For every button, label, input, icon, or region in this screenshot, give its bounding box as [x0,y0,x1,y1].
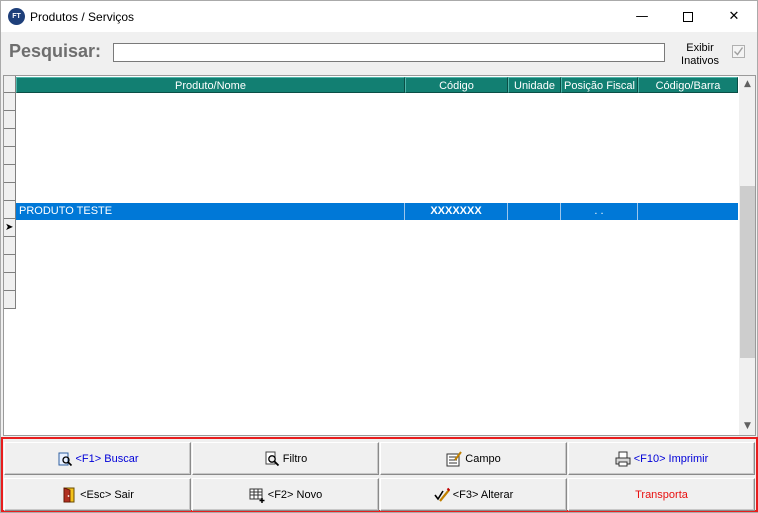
minimize-button[interactable]: — [619,1,665,32]
column-header-codigo[interactable]: Código [405,77,508,93]
edit-icon [434,487,450,502]
row-indicator[interactable] [4,111,16,129]
exit-button[interactable]: <Esc> Sair [4,478,191,511]
search-button[interactable]: <F1> Buscar [4,442,191,475]
scroll-down-arrow-icon[interactable]: ▼ [739,418,755,435]
edit-button[interactable]: <F3> Alterar [380,478,567,511]
close-button[interactable]: ✕ [711,1,757,32]
app-logo-icon: FT [8,8,25,25]
printer-icon [615,451,631,466]
cell-produto[interactable]: PRODUTO TESTE [16,203,405,220]
table-row-selected[interactable]: PRODUTO TESTE XXXXXXX . . [16,203,738,220]
field-icon [446,450,463,466]
row-indicator[interactable] [4,93,16,111]
row-indicator[interactable] [4,129,16,147]
field-button[interactable]: Campo [380,442,567,475]
current-row-arrow-icon: ➤ [5,222,14,233]
grid-header: Produto/Nome Código Unidade Posição Fisc… [16,77,738,93]
cell-unidade[interactable] [508,203,561,220]
row-indicator[interactable] [4,147,16,165]
row-indicator[interactable] [4,255,16,273]
maximize-button[interactable] [665,1,711,32]
show-inactive-label: Exibir Inativos [677,42,723,68]
transport-button[interactable]: Transporta [568,478,755,511]
grid-corner [4,76,16,93]
checkmark-icon [734,47,744,56]
products-grid[interactable]: Produto/Nome Código Unidade Posição Fisc… [3,75,756,436]
show-inactive-label-line1: Exibir [686,42,714,54]
new-button-label: <F2> Novo [267,488,323,501]
exit-door-icon [63,486,75,502]
scrollbar-thumb[interactable] [740,186,755,358]
show-inactive-checkbox[interactable] [732,45,745,58]
row-indicator[interactable] [4,201,16,219]
row-indicator[interactable] [4,273,16,291]
search-input[interactable] [113,43,665,62]
new-record-icon [249,488,265,503]
cell-posicao-fiscal[interactable]: . . [561,203,638,220]
maximize-icon [683,11,693,22]
row-indicator[interactable] [4,183,16,201]
search-label: Pesquisar: [9,41,102,61]
cell-codigo-barra[interactable] [638,203,738,220]
show-inactive-label-line2: Inativos [681,55,719,67]
function-buttons-panel: <F1> Buscar Filtro Campo <F10> Imprimir … [1,437,758,512]
cell-codigo[interactable]: XXXXXXX [405,203,508,220]
vertical-scrollbar[interactable]: ▲ ▼ [739,76,755,435]
search-icon [58,452,72,466]
field-button-label: Campo [465,452,501,465]
column-header-unidade[interactable]: Unidade [508,77,561,93]
scroll-up-arrow-icon[interactable]: ▲ [739,76,755,93]
filter-button[interactable]: Filtro [192,442,379,475]
window-title: Produtos / Serviços [30,10,135,24]
edit-button-label: <F3> Alterar [452,488,514,501]
row-indicator-selected[interactable]: ➤ [4,219,16,237]
row-indicator[interactable] [4,291,16,309]
row-indicator-column: ➤ [4,93,16,309]
title-bar: FT Produtos / Serviços — ✕ [1,1,757,32]
transport-button-label: Transporta [635,488,688,501]
filter-icon [265,451,279,466]
column-header-posicao-fiscal[interactable]: Posição Fiscal [561,77,638,93]
column-header-codigo-barra[interactable]: Código/Barra [638,77,738,93]
row-indicator[interactable] [4,165,16,183]
row-indicator[interactable] [4,237,16,255]
produtos-window: FT Produtos / Serviços — ✕ Pesquisar: Ex… [0,0,758,513]
new-button[interactable]: <F2> Novo [192,478,379,511]
print-button[interactable]: <F10> Imprimir [568,442,755,475]
column-header-produto[interactable]: Produto/Nome [16,77,405,93]
exit-button-label: <Esc> Sair [80,488,134,501]
filter-button-label: Filtro [282,452,308,465]
search-button-label: <F1> Buscar [75,452,139,465]
print-button-label: <F10> Imprimir [633,452,709,465]
